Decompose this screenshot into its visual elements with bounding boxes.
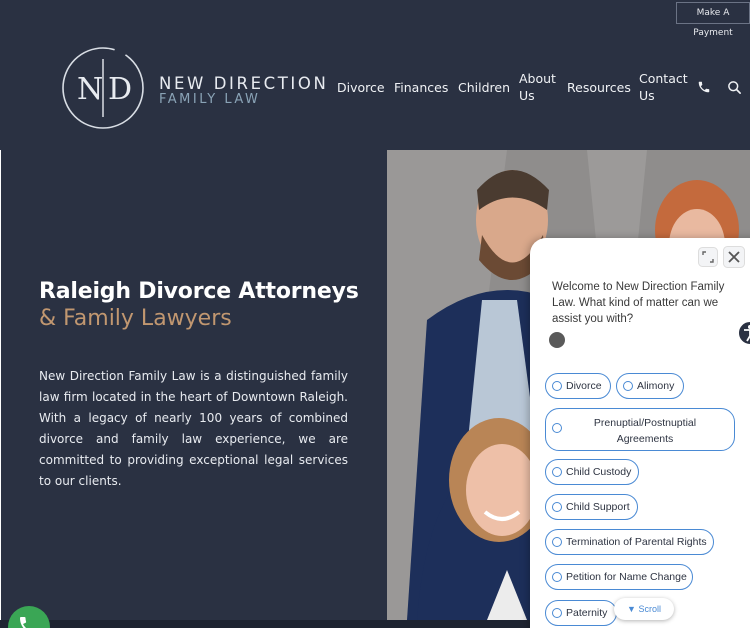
hero-description: New Direction Family Law is a distinguis…	[39, 369, 348, 488]
chat-option-divorce[interactable]: Divorce	[545, 373, 611, 399]
chat-option-alimony[interactable]: Alimony	[616, 373, 684, 399]
chat-option-label: Paternity	[566, 607, 608, 619]
nav-about-us[interactable]: About Us	[519, 70, 563, 104]
call-button[interactable]	[8, 606, 50, 628]
search-icon[interactable]	[727, 80, 742, 95]
chat-option-label: Petition for Name Change	[566, 571, 687, 583]
accessibility-button[interactable]	[737, 320, 750, 346]
chat-option-child-support[interactable]: Child Support	[545, 494, 638, 520]
hero-title: Raleigh Divorce Attorneys	[39, 279, 359, 304]
accessibility-icon	[744, 325, 750, 342]
chat-scroll-label: Scroll	[638, 604, 661, 614]
site-header: Make A Payment N D NEW DIRECTION FAMILY …	[0, 0, 750, 150]
radio-icon	[552, 467, 562, 477]
chat-option-termination-parental-rights[interactable]: Termination of Parental Rights	[545, 529, 714, 555]
svg-text:N: N	[77, 72, 103, 107]
phone-icon[interactable]	[697, 80, 711, 94]
radio-icon	[552, 423, 562, 433]
hero-subtitle: & Family Lawyers	[39, 306, 232, 331]
chat-option-label: Prenuptial/Postnuptial Agreements	[593, 417, 697, 445]
chat-option-label: Child Custody	[566, 466, 632, 478]
chat-option-name-change[interactable]: Petition for Name Change	[545, 564, 693, 590]
chat-scroll-button[interactable]: ▼ Scroll	[614, 598, 674, 620]
chat-option-label: Termination of Parental Rights	[566, 536, 707, 548]
close-icon[interactable]	[723, 246, 745, 268]
chat-option-label: Divorce	[566, 380, 602, 392]
nav-resources[interactable]: Resources	[567, 79, 631, 96]
chat-agent-avatar	[549, 332, 565, 348]
radio-icon	[552, 502, 562, 512]
logo-subtitle: FAMILY LAW	[159, 92, 261, 107]
chat-option-paternity[interactable]: Paternity	[545, 600, 617, 626]
chat-welcome-message: Welcome to New Direction Family Law. Wha…	[552, 281, 725, 325]
radio-icon	[623, 381, 633, 391]
svg-text:D: D	[108, 72, 132, 107]
radio-icon	[552, 608, 562, 618]
nav-contact-us[interactable]: Contact Us	[639, 70, 691, 104]
chat-option-label: Child Support	[566, 501, 630, 513]
phone-icon	[20, 617, 27, 628]
make-payment-button[interactable]: Make A Payment	[676, 2, 750, 38]
logo-monogram-icon: N D	[62, 47, 144, 129]
nav-children[interactable]: Children	[458, 79, 510, 96]
nav-finances[interactable]: Finances	[394, 79, 448, 96]
chat-option-label: Alimony	[637, 380, 675, 392]
radio-icon	[552, 572, 562, 582]
nav-divorce[interactable]: Divorce	[337, 79, 385, 96]
radio-icon	[552, 381, 562, 391]
chat-option-prenuptial[interactable]: Prenuptial/Postnuptial Agreements	[545, 408, 735, 451]
logo-name: NEW DIRECTION	[159, 74, 329, 93]
chevron-down-icon: ▼	[627, 604, 636, 614]
chat-option-child-custody[interactable]: Child Custody	[545, 459, 639, 485]
expand-icon[interactable]	[698, 247, 718, 267]
radio-icon	[552, 537, 562, 547]
site-logo[interactable]: N D NEW DIRECTION FAMILY LAW	[60, 45, 326, 131]
